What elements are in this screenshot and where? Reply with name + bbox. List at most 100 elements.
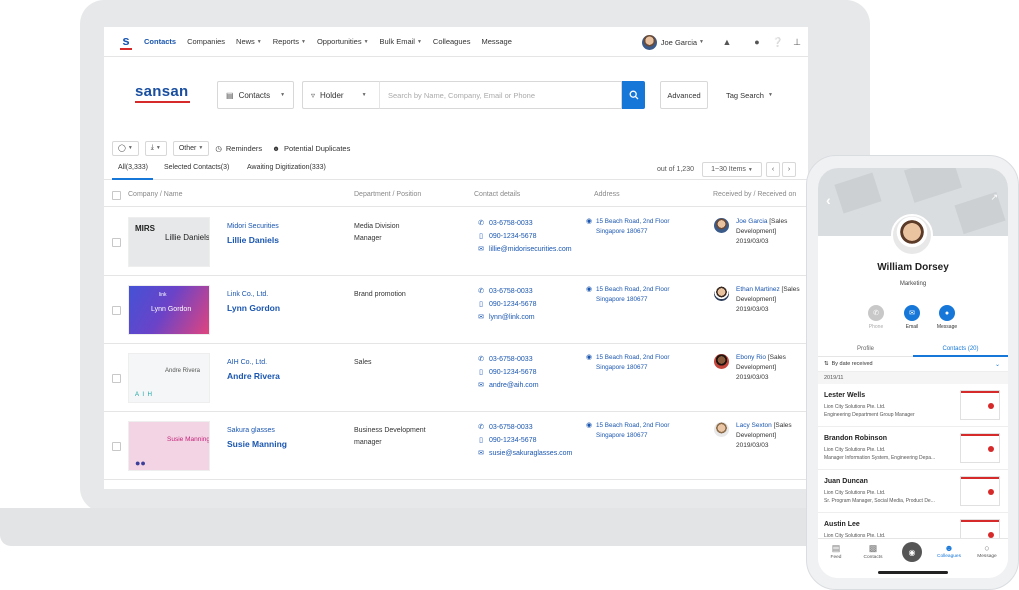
- sort-dropdown[interactable]: ⇅ By date received ⌄: [818, 357, 1008, 372]
- page-size-select[interactable]: 1~30 Items ▼: [701, 162, 762, 177]
- message-action-button[interactable]: ●: [939, 305, 955, 321]
- tag-icon: ◯: [118, 145, 126, 152]
- table-row[interactable]: link Lynn Gordon Link Co., Ltd. Lynn Gor…: [104, 276, 808, 344]
- list-item[interactable]: Brandon Robinson Lion City Solutions Pte…: [818, 427, 1008, 470]
- col-contact[interactable]: Contact details: [474, 191, 520, 198]
- tab-selected[interactable]: Selected Contacts(3): [164, 164, 229, 171]
- bottom-tab-message[interactable]: ○ Message: [972, 543, 1002, 559]
- business-card-image[interactable]: MIRS Lillie Daniels: [128, 217, 210, 267]
- company-link[interactable]: Sakura glasses: [227, 427, 275, 434]
- mail-icon: ✉: [478, 382, 484, 389]
- nav-opportunities[interactable]: Opportunities ▼: [317, 37, 369, 46]
- person-name-link[interactable]: Lynn Gordon: [227, 303, 280, 313]
- back-arrow-icon[interactable]: ‹: [826, 192, 831, 208]
- tag-search-dropdown[interactable]: Tag Search ▼: [726, 81, 773, 109]
- chevron-down-icon[interactable]: ▼: [699, 39, 704, 45]
- row-checkbox[interactable]: [112, 374, 121, 383]
- mobile-link[interactable]: ▯ 090-1234-5678: [476, 300, 536, 309]
- email-value: lynn@link.com: [489, 313, 535, 321]
- company-link[interactable]: Midori Securities: [227, 223, 279, 230]
- business-card-image[interactable]: Andre Rivera A I H: [128, 353, 210, 403]
- col-company-name[interactable]: Company / Name: [128, 191, 182, 198]
- row-checkbox[interactable]: [112, 442, 121, 451]
- nav-bulk-email[interactable]: Bulk Email ▼: [380, 37, 422, 46]
- nav-colleagues[interactable]: Colleagues: [433, 37, 471, 46]
- tab-profile[interactable]: Profile: [818, 346, 913, 352]
- info-icon[interactable]: ●: [752, 37, 762, 47]
- tab-contacts[interactable]: Contacts (20): [913, 346, 1008, 352]
- bottom-tab-colleagues[interactable]: ☻ Colleagues: [934, 543, 964, 559]
- nav-news[interactable]: News ▼: [236, 37, 262, 46]
- email-link[interactable]: ✉ susie@sakuraglasses.com: [476, 449, 572, 458]
- other-button[interactable]: Other ▼: [172, 140, 210, 156]
- bottom-tab-feed[interactable]: ▤ Feed: [821, 543, 851, 560]
- row-checkbox[interactable]: [112, 306, 121, 315]
- company-link[interactable]: Link Co., Ltd.: [227, 291, 268, 298]
- email-link[interactable]: ✉ andre@aih.com: [476, 381, 538, 390]
- receiver-name-link[interactable]: Ethan Martinez: [736, 286, 780, 293]
- phone-link[interactable]: ✆ 03-6758-0033: [476, 219, 533, 228]
- receiver-name-link[interactable]: Lacy Sexton: [736, 422, 772, 429]
- row-checkbox[interactable]: [112, 238, 121, 247]
- table-row[interactable]: MIRS Lillie Daniels Midori Securities Li…: [104, 208, 808, 276]
- list-item[interactable]: Lester Wells Lion City Solutions Pte. Lt…: [818, 384, 1008, 427]
- phone-link[interactable]: ✆ 03-6758-0033: [476, 287, 533, 296]
- receiver-name-link[interactable]: Joe Garcia: [736, 218, 767, 225]
- search-input[interactable]: Search by Name, Company, Email or Phone: [379, 81, 622, 109]
- help-icon[interactable]: ❔: [772, 37, 783, 48]
- mobile-link[interactable]: ▯ 090-1234-5678: [476, 232, 536, 241]
- card-icon: ▤: [226, 90, 234, 100]
- nav-reports[interactable]: Reports ▼: [273, 37, 306, 46]
- other-label: Other: [178, 144, 197, 152]
- bell-icon[interactable]: ▲: [722, 37, 732, 47]
- user-name[interactable]: Joe Garcia: [661, 38, 697, 47]
- advanced-search-button[interactable]: Advanced: [660, 81, 708, 109]
- col-received[interactable]: Received by / Received on: [713, 191, 796, 198]
- select-all-checkbox[interactable]: [112, 191, 121, 200]
- bottom-tab-contacts[interactable]: ▩ Contacts: [858, 543, 888, 560]
- nav-message[interactable]: Message: [481, 37, 511, 46]
- active-tab-indicator: [112, 178, 153, 180]
- app-logo[interactable]: s: [120, 33, 132, 50]
- mobile-link[interactable]: ▯ 090-1234-5678: [476, 368, 536, 377]
- user-avatar[interactable]: [641, 34, 657, 50]
- business-card-image[interactable]: Susie Manning ●●: [128, 421, 210, 471]
- prev-page-button[interactable]: ‹: [765, 162, 780, 177]
- tab-all[interactable]: All(3,333): [118, 164, 148, 171]
- col-address[interactable]: Address: [594, 191, 620, 198]
- share-icon[interactable]: ↗: [990, 192, 998, 203]
- search-scope-select[interactable]: ▤ Contacts ▼: [217, 81, 294, 109]
- lab-flask-icon[interactable]: ⊥: [792, 37, 802, 48]
- phone-link[interactable]: ✆ 03-6758-0033: [476, 355, 533, 364]
- mobile-icon: ▯: [479, 369, 483, 376]
- col-department[interactable]: Department / Position: [354, 191, 421, 198]
- email-link[interactable]: ✉ lynn@link.com: [476, 313, 535, 322]
- person-name-link[interactable]: Andre Rivera: [227, 371, 280, 381]
- mobile-link[interactable]: ▯ 090-1234-5678: [476, 436, 536, 445]
- email-action-button[interactable]: ✉: [904, 305, 920, 321]
- search-button[interactable]: [622, 81, 645, 109]
- duplicates-link[interactable]: ☻ Potential Duplicates: [272, 144, 350, 153]
- nav-contacts[interactable]: Contacts: [144, 37, 176, 46]
- email-link[interactable]: ✉ lillie@midorisecurities.com: [476, 245, 572, 254]
- address: ◉ 15 Beach Road, 2nd Floor Singapore 18067…: [586, 285, 670, 304]
- reminders-link[interactable]: ◷ Reminders: [215, 144, 262, 153]
- search-field-select[interactable]: ▿ Holder ▼: [302, 81, 379, 109]
- person-name-link[interactable]: Lillie Daniels: [227, 235, 279, 245]
- person-name-link[interactable]: Susie Manning: [227, 439, 287, 449]
- receiver-name-link[interactable]: Ebony Rio: [736, 354, 766, 361]
- tag-button[interactable]: ◯ ▼: [112, 140, 139, 156]
- list-item[interactable]: Juan Duncan Lion City Solutions Pte. Ltd…: [818, 470, 1008, 513]
- tab-awaiting[interactable]: Awaiting Digitization(333): [247, 164, 326, 171]
- download-button[interactable]: ⤓ ▼: [144, 140, 167, 156]
- received-date: 2019/03/03: [736, 374, 769, 381]
- phone-action-button[interactable]: ✆: [868, 305, 884, 321]
- camera-scan-button[interactable]: ◉: [902, 542, 922, 562]
- table-row[interactable]: Andre Rivera A I H AIH Co., Ltd. Andre R…: [104, 344, 808, 412]
- table-row[interactable]: Susie Manning ●● Sakura glasses Susie Ma…: [104, 412, 808, 480]
- next-page-button[interactable]: ›: [781, 162, 796, 177]
- phone-link[interactable]: ✆ 03-6758-0033: [476, 423, 533, 432]
- company-link[interactable]: AIH Co., Ltd.: [227, 359, 267, 366]
- business-card-image[interactable]: link Lynn Gordon: [128, 285, 210, 335]
- nav-companies[interactable]: Companies: [187, 37, 225, 46]
